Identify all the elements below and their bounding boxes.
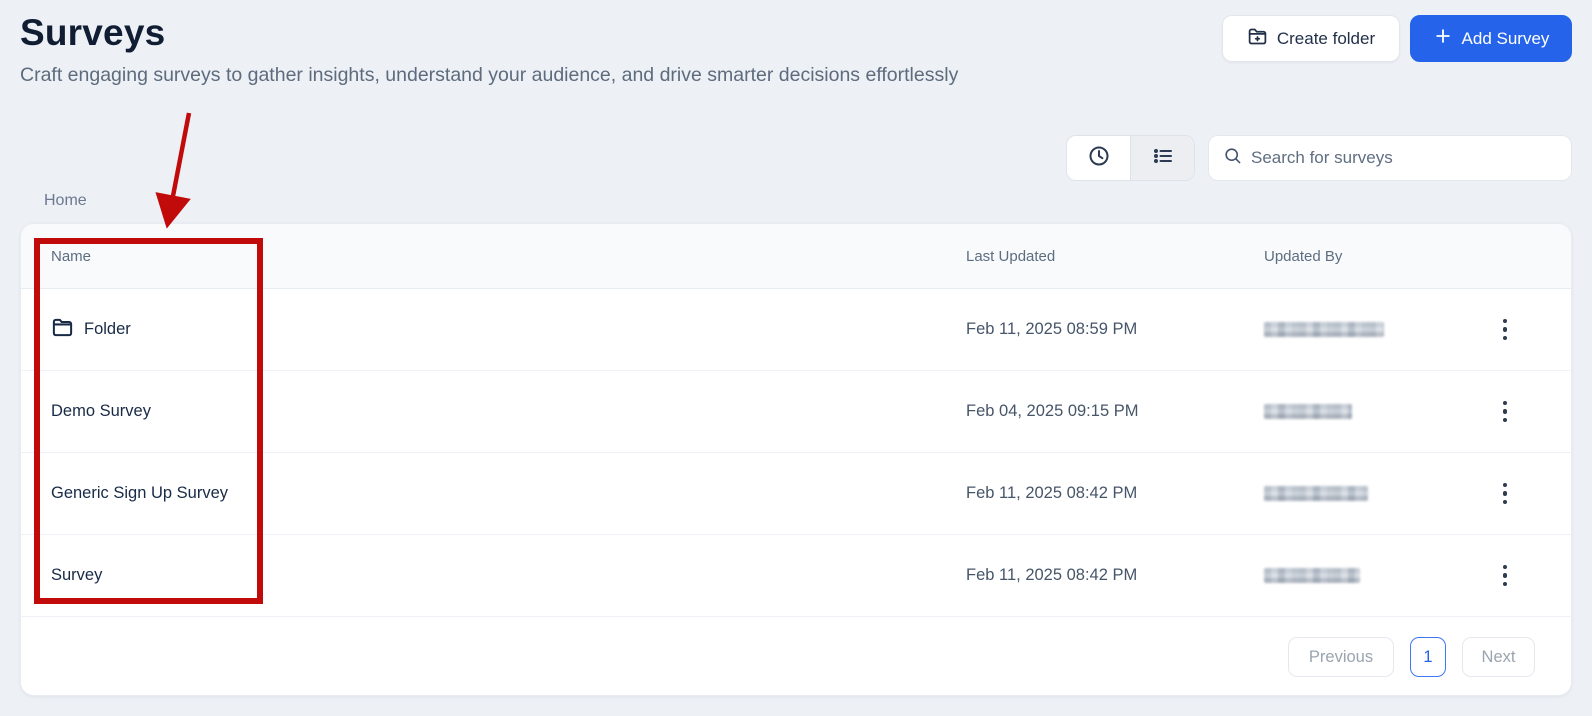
page-subtitle: Craft engaging surveys to gather insight…	[20, 64, 959, 86]
folder-plus-icon	[1247, 26, 1268, 52]
breadcrumb-home[interactable]: Home	[44, 192, 87, 210]
page-title: Surveys	[20, 12, 166, 53]
table-row-demo-survey[interactable]: Demo Survey Feb 04, 2025 09:15 PM	[21, 371, 1571, 453]
redacted-updated-by	[1264, 568, 1360, 583]
folder-icon	[51, 316, 74, 344]
list-view-button[interactable]	[1130, 136, 1194, 180]
add-survey-button[interactable]: Add Survey	[1410, 15, 1572, 62]
row-name: Folder	[84, 320, 131, 338]
surveys-table-card: Name Last Updated Updated By Folder Feb …	[20, 223, 1572, 696]
row-name: Demo Survey	[51, 402, 151, 420]
table-header-row: Name Last Updated Updated By	[21, 224, 1571, 289]
view-toggle	[1066, 135, 1195, 181]
column-header-last-updated[interactable]: Last Updated	[966, 248, 1264, 265]
clock-icon	[1087, 144, 1111, 173]
surveys-page: Surveys Craft engaging surveys to gather…	[0, 0, 1592, 716]
column-header-updated-by[interactable]: Updated By	[1264, 248, 1475, 265]
row-name: Survey	[51, 566, 103, 584]
search-box	[1208, 135, 1572, 181]
redacted-updated-by	[1264, 404, 1352, 419]
row-name: Generic Sign Up Survey	[51, 484, 228, 502]
page-number-button[interactable]: 1	[1410, 637, 1446, 677]
row-last-updated: Feb 11, 2025 08:42 PM	[966, 566, 1138, 584]
table-row-survey[interactable]: Survey Feb 11, 2025 08:42 PM	[21, 535, 1571, 617]
search-input[interactable]	[1251, 148, 1557, 168]
header-actions: Create folder Add Survey	[1222, 15, 1572, 62]
kebab-menu-icon[interactable]	[1497, 477, 1514, 511]
redacted-updated-by	[1264, 486, 1368, 501]
list-icon	[1151, 144, 1175, 173]
kebab-menu-icon[interactable]	[1497, 559, 1514, 593]
recent-view-button[interactable]	[1067, 136, 1130, 180]
table-row-generic-signup-survey[interactable]: Generic Sign Up Survey Feb 11, 2025 08:4…	[21, 453, 1571, 535]
kebab-menu-icon[interactable]	[1497, 395, 1514, 429]
add-survey-label: Add Survey	[1461, 28, 1550, 48]
search-icon	[1223, 146, 1242, 170]
previous-page-button[interactable]: Previous	[1288, 637, 1394, 677]
list-toolbar	[1066, 135, 1572, 181]
column-header-name[interactable]: Name	[51, 248, 966, 265]
create-folder-button[interactable]: Create folder	[1222, 15, 1400, 62]
table-row-folder[interactable]: Folder Feb 11, 2025 08:59 PM	[21, 289, 1571, 371]
row-last-updated: Feb 11, 2025 08:59 PM	[966, 320, 1138, 338]
redacted-updated-by	[1264, 322, 1384, 337]
row-last-updated: Feb 11, 2025 08:42 PM	[966, 484, 1138, 502]
plus-icon	[1433, 26, 1453, 51]
row-last-updated: Feb 04, 2025 09:15 PM	[966, 402, 1139, 420]
pagination: Previous 1 Next	[21, 619, 1571, 695]
kebab-menu-icon[interactable]	[1497, 313, 1514, 347]
next-page-button[interactable]: Next	[1462, 637, 1535, 677]
create-folder-label: Create folder	[1276, 28, 1376, 48]
